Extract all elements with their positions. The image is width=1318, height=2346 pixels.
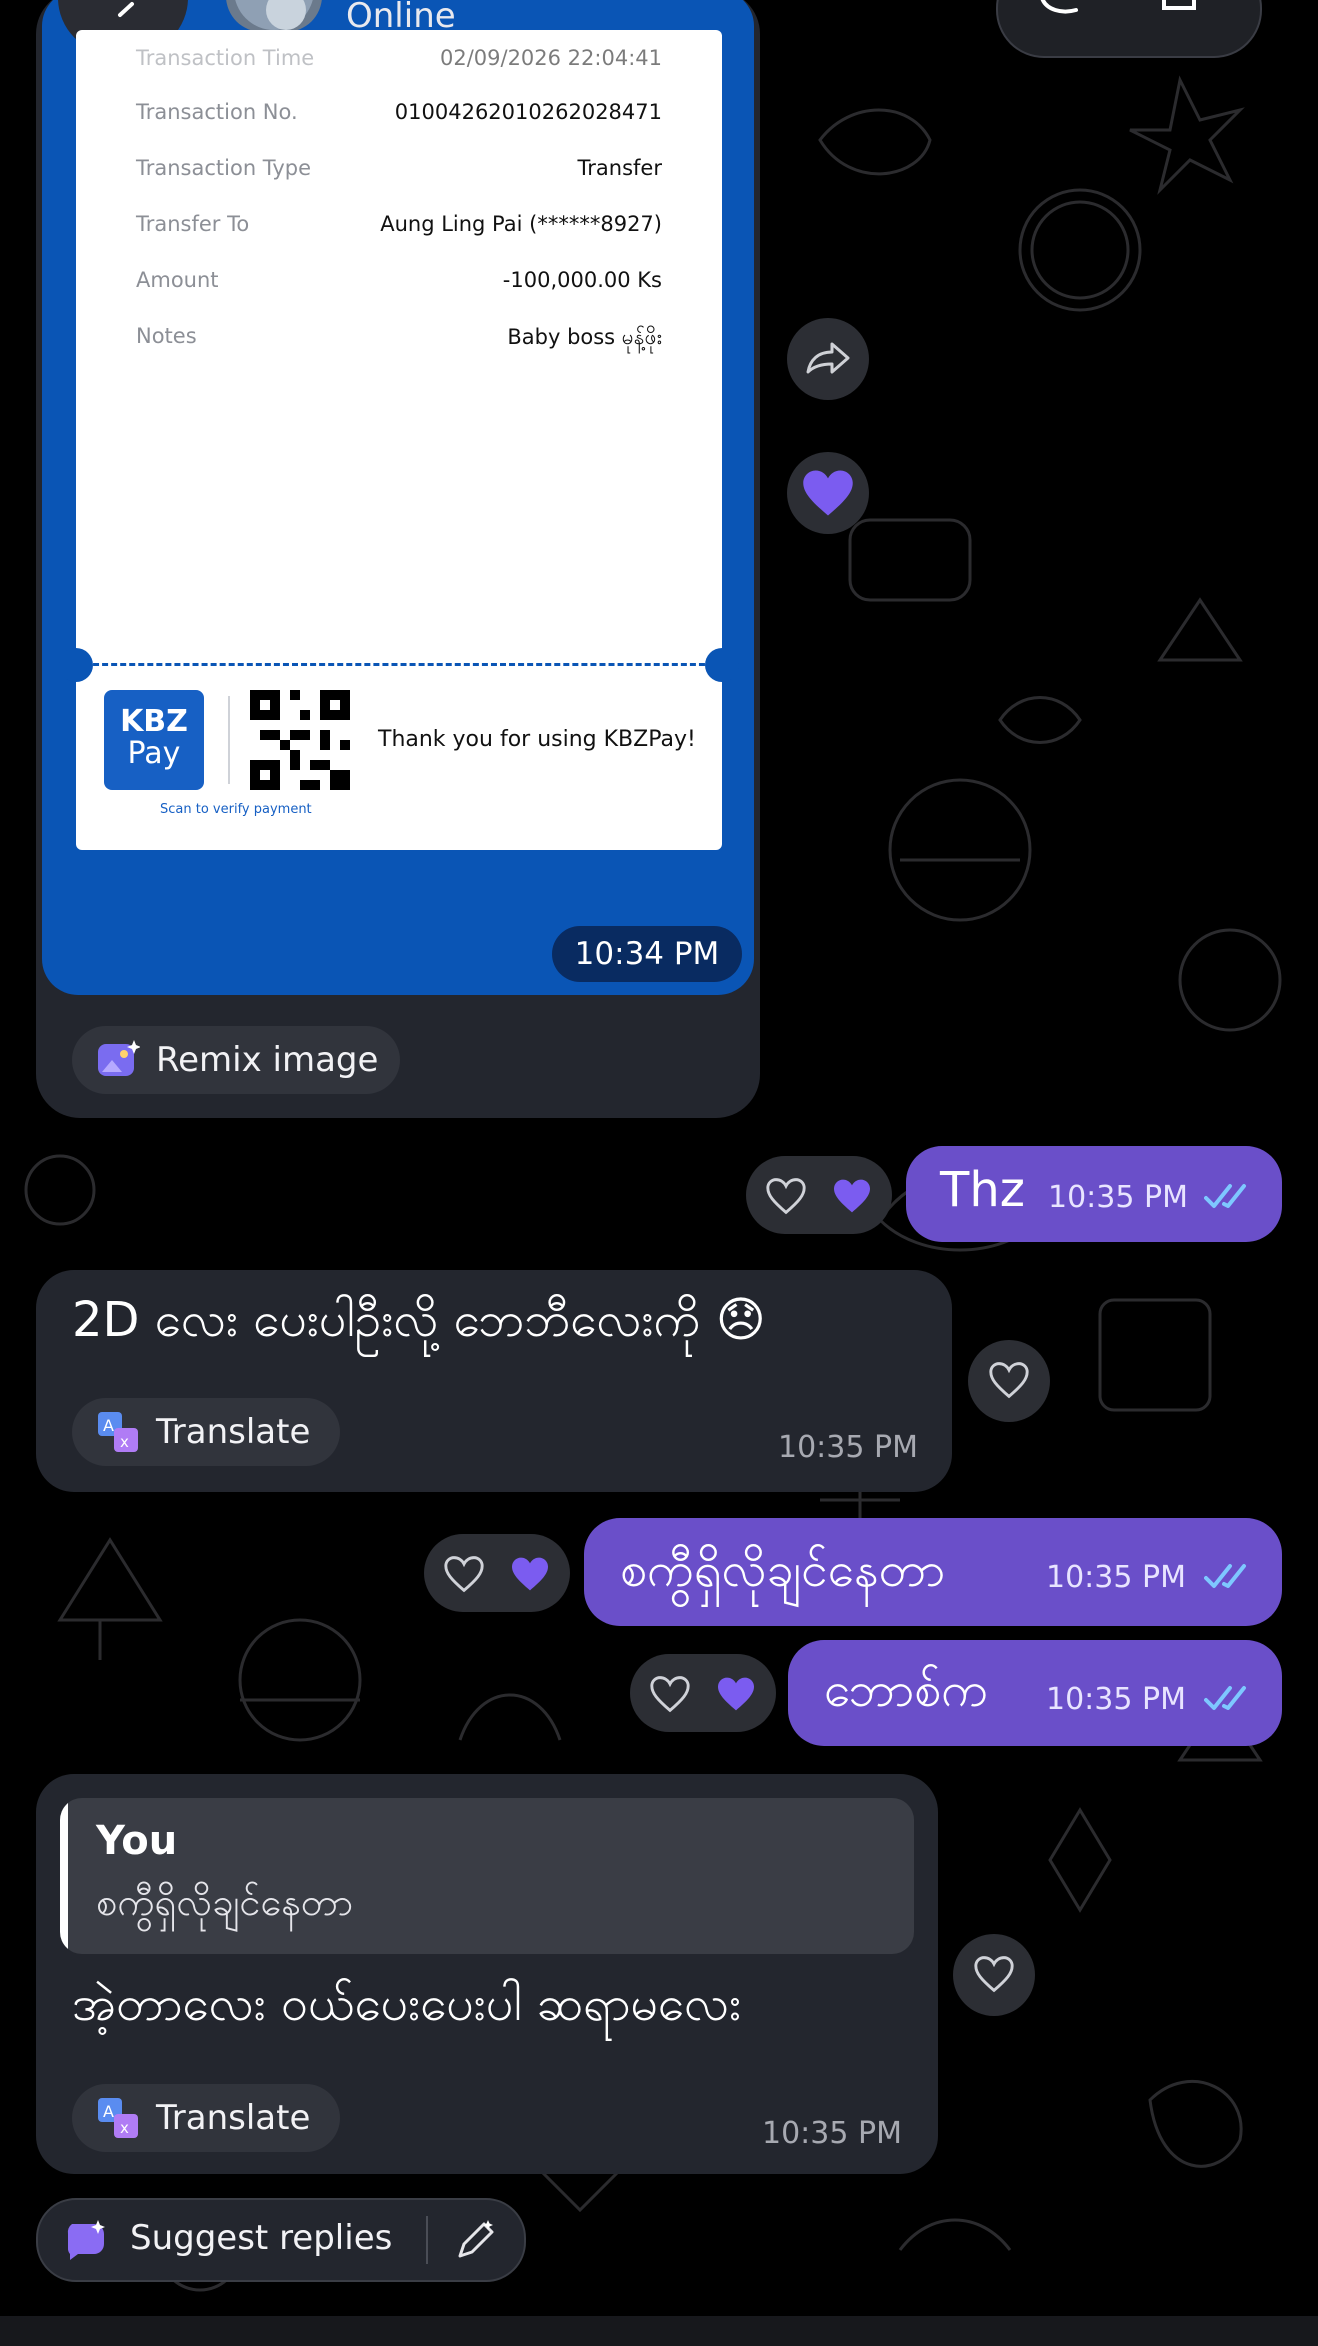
divider bbox=[426, 2216, 428, 2264]
message-text: Thz bbox=[940, 1162, 1025, 1218]
forward-button[interactable] bbox=[787, 318, 869, 400]
heart-icon bbox=[834, 1179, 870, 1213]
remix-label: Remix image bbox=[156, 1040, 379, 1080]
heart-outline-icon bbox=[974, 1956, 1014, 1993]
incoming-message[interactable]: 2D လေး ပေးပါဦးလို့ ဘေဘီလေးကို 😞 Ax Trans… bbox=[36, 1270, 952, 1492]
receipt-value: Baby boss မုန့်ဖိုး bbox=[507, 325, 662, 349]
receipt-notch bbox=[59, 648, 93, 682]
double-check-icon bbox=[1204, 1686, 1246, 1710]
receipt-thanks: Thank you for using KBZPay! bbox=[378, 727, 696, 752]
message-text: ဘောစ်က bbox=[824, 1662, 989, 1718]
react-button[interactable] bbox=[953, 1934, 1035, 2016]
message-time: 10:35 PM bbox=[762, 2116, 902, 2151]
svg-text:x: x bbox=[120, 1433, 129, 1451]
message-time: 10:35 PM bbox=[1046, 1682, 1186, 1717]
edit-pen-icon[interactable] bbox=[452, 2218, 498, 2262]
translate-button[interactable]: Ax Translate bbox=[72, 2084, 340, 2152]
translate-label: Translate bbox=[156, 2098, 311, 2138]
receipt-value: Transfer bbox=[577, 156, 662, 180]
message-text: အဲ့တာလေး ဝယ်ပေးပေးပါ ဆရာမလေး bbox=[72, 1976, 742, 2032]
receipt-value: 01004262010262028471 bbox=[394, 100, 662, 124]
receipt-row: Transaction Type Transfer bbox=[136, 156, 662, 196]
receipt-label: Amount bbox=[136, 268, 219, 292]
sparkle-icon bbox=[67, 2220, 105, 2260]
remix-image-button[interactable]: Remix image bbox=[72, 1026, 400, 1094]
message-time: 10:34 PM bbox=[552, 926, 742, 982]
receipt-row: Transaction No. 01004262010262028471 bbox=[136, 100, 662, 140]
receipt-label: Transaction Type bbox=[136, 156, 312, 180]
message-text: စကွီရှိလိုချင်နေတာ bbox=[620, 1542, 946, 1598]
receipt-row-time: Transaction Time 02/09/2026 22:04:41 bbox=[136, 46, 662, 86]
forward-icon bbox=[806, 342, 850, 374]
reactions-row[interactable] bbox=[746, 1156, 892, 1234]
receipt-value: -100,000.00 Ks bbox=[502, 268, 662, 292]
message-text: 2D လေး ပေးပါဦးလို့ ဘေဘီလေးကို 😞 bbox=[72, 1292, 766, 1348]
suggest-replies-bar: Suggest replies bbox=[36, 2198, 526, 2282]
translate-label: Translate bbox=[156, 1412, 311, 1452]
remix-icon bbox=[98, 1040, 140, 1076]
phone-icon[interactable] bbox=[1038, 0, 1084, 14]
receipt-label: Transaction No. bbox=[136, 100, 298, 124]
back-icon bbox=[118, 2, 134, 17]
receipt-row: Transfer To Aung Ling Pai (******8927) bbox=[136, 212, 662, 252]
receipt-row: Notes Baby boss မုန့်ဖိုး bbox=[136, 324, 662, 364]
receipt-value: Aung Ling Pai (******8927) bbox=[380, 212, 662, 236]
heart-outline-icon[interactable] bbox=[442, 1554, 486, 1594]
translate-icon: Ax bbox=[98, 1412, 138, 1452]
video-icon[interactable] bbox=[1158, 0, 1218, 16]
call-actions bbox=[996, 0, 1262, 58]
reaction-button[interactable] bbox=[787, 452, 869, 534]
quote-author: You bbox=[96, 1818, 178, 1864]
heart-outline-icon bbox=[989, 1362, 1029, 1399]
suggest-replies-button[interactable]: Suggest replies bbox=[38, 2200, 422, 2280]
receipt-separator bbox=[228, 696, 230, 784]
reactions-row[interactable] bbox=[424, 1534, 570, 1612]
outgoing-message[interactable]: စကွီရှိလိုချင်နေတာ 10:35 PM bbox=[584, 1518, 1282, 1626]
scan-to-verify: Scan to verify payment bbox=[160, 802, 312, 817]
receipt-row: Amount -100,000.00 Ks bbox=[136, 268, 662, 308]
receipt-time-label: Transaction Time bbox=[136, 46, 315, 70]
reactions-row[interactable] bbox=[630, 1654, 776, 1732]
heart-icon bbox=[803, 470, 853, 516]
double-check-icon bbox=[1204, 1564, 1246, 1588]
reply-quote[interactable]: You စကွီရှိလိုချင်နေတာ bbox=[60, 1798, 914, 1954]
outgoing-message[interactable]: Thz 10:35 PM bbox=[906, 1146, 1282, 1242]
translate-icon: Ax bbox=[98, 2098, 138, 2138]
receipt-label: Notes bbox=[136, 324, 197, 348]
receipt-time-value: 02/09/2026 22:04:41 bbox=[439, 46, 662, 70]
quote-text: စကွီရှိလိုချင်နေတာ bbox=[96, 1880, 354, 1924]
message-time: 10:35 PM bbox=[1046, 1560, 1186, 1595]
message-time: 10:35 PM bbox=[1048, 1180, 1188, 1215]
qr-code bbox=[250, 690, 350, 790]
receipt-paper: Transaction Time 02/09/2026 22:04:41 Tra… bbox=[59, 30, 739, 850]
kbzpay-logo: KBZ Pay bbox=[104, 690, 204, 790]
heart-outline-icon[interactable] bbox=[648, 1674, 692, 1714]
quote-bar bbox=[60, 1798, 68, 1954]
translate-button[interactable]: Ax Translate bbox=[72, 1398, 340, 1466]
outgoing-message[interactable]: ဘောစ်က 10:35 PM bbox=[788, 1640, 1282, 1746]
svg-text:x: x bbox=[120, 2119, 129, 2137]
svg-text:A: A bbox=[103, 2102, 114, 2121]
message-time: 10:35 PM bbox=[778, 1430, 918, 1465]
receipt-divider bbox=[84, 663, 714, 666]
react-button[interactable] bbox=[968, 1340, 1050, 1422]
incoming-message[interactable]: You စကွီရှိလိုချင်နေတာ အဲ့တာလေး ဝယ်ပေးပေ… bbox=[36, 1774, 938, 2174]
receipt-notch bbox=[705, 648, 739, 682]
heart-outline-icon[interactable] bbox=[764, 1176, 808, 1216]
heart-icon bbox=[512, 1557, 548, 1591]
suggest-replies-label: Suggest replies bbox=[130, 2218, 393, 2258]
svg-text:A: A bbox=[103, 1416, 114, 1435]
message-composer[interactable] bbox=[0, 2316, 1318, 2346]
heart-icon bbox=[718, 1677, 754, 1711]
double-check-icon bbox=[1204, 1184, 1246, 1208]
receipt-label: Transfer To bbox=[136, 212, 250, 236]
